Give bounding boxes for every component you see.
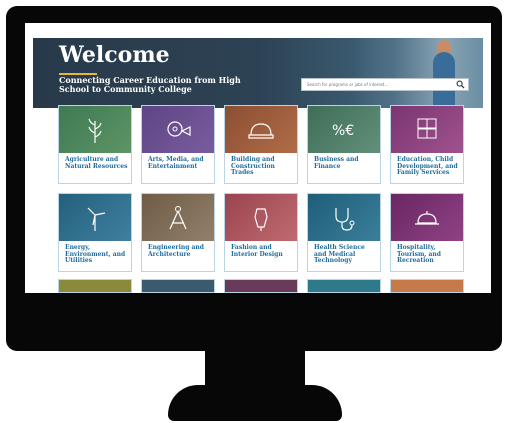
browser-screen: Welcome Connecting Career Education from… xyxy=(25,23,491,293)
search-box[interactable] xyxy=(301,78,469,91)
tile-image xyxy=(142,194,214,241)
tile-energy-environment[interactable]: Energy, Environment, and Utilities xyxy=(58,193,132,272)
tile-education-child-development[interactable]: Education, Child Development, and Family… xyxy=(390,105,464,184)
tile-label: Business and Finance xyxy=(314,156,359,170)
wheat-icon xyxy=(88,118,102,143)
page-title: Welcome xyxy=(59,42,170,68)
monitor-stand-base xyxy=(168,385,342,421)
page-subtitle: Connecting Career Education from High Sc… xyxy=(59,75,241,94)
tile-label: Health Science and Medical Technology xyxy=(314,244,365,264)
tile-image xyxy=(308,280,380,292)
wind-turbine-icon xyxy=(87,207,106,231)
tile-label: Education, Child Development, and Family… xyxy=(397,156,458,176)
tile-partial[interactable] xyxy=(390,279,464,293)
hardhat-icon xyxy=(248,122,274,139)
search-input[interactable] xyxy=(302,79,457,90)
film-reel-icon xyxy=(167,120,191,137)
stethoscope-icon xyxy=(335,207,355,231)
blocks-icon xyxy=(417,118,437,138)
tile-partial[interactable] xyxy=(58,279,132,293)
dress-form-icon xyxy=(254,207,268,231)
tile-building-construction[interactable]: Building and Construction Trades xyxy=(224,105,298,184)
tile-image xyxy=(142,106,214,153)
tile-image xyxy=(308,194,380,241)
tile-label: Energy, Environment, and Utilities xyxy=(65,244,126,264)
monitor-frame: Welcome Connecting Career Education from… xyxy=(6,6,502,351)
tile-agriculture[interactable]: Agriculture and Natural Resources xyxy=(58,105,132,184)
percent-euro-icon: %€ xyxy=(332,123,354,139)
tile-fashion-interior[interactable]: Fashion and Interior Design xyxy=(224,193,298,272)
search-icon[interactable] xyxy=(456,80,465,89)
tile-label: Fashion and Interior Design xyxy=(231,244,283,258)
svg-text:%€: %€ xyxy=(332,123,354,139)
tile-image xyxy=(225,194,297,241)
tile-health-science[interactable]: Health Science and Medical Technology xyxy=(307,193,381,272)
tile-image xyxy=(59,194,131,241)
hero-banner: Welcome Connecting Career Education from… xyxy=(33,38,483,108)
tile-image: %€ xyxy=(308,106,380,153)
tile-business-finance[interactable]: %€ Business and Finance xyxy=(307,105,381,184)
tile-image xyxy=(59,280,131,292)
tile-hospitality-tourism[interactable]: Hospitality, Tourism, and Recreation xyxy=(390,193,464,272)
tile-image xyxy=(391,280,463,292)
compass-icon xyxy=(169,205,187,229)
tile-image xyxy=(391,106,463,153)
tile-label: Building and Construction Trades xyxy=(231,156,275,176)
tile-image xyxy=(225,280,297,292)
tile-label: Arts, Media, and Entertainment xyxy=(148,156,204,170)
tile-partial[interactable] xyxy=(141,279,215,293)
tile-partial[interactable] xyxy=(307,279,381,293)
tile-image xyxy=(225,106,297,153)
tile-label: Agriculture and Natural Resources xyxy=(65,156,128,170)
serving-tray-icon xyxy=(415,210,439,225)
tile-partial[interactable] xyxy=(224,279,298,293)
tile-label: Engineering and Architecture xyxy=(148,244,204,258)
tile-image xyxy=(391,194,463,241)
tile-engineering-architecture[interactable]: Engineering and Architecture xyxy=(141,193,215,272)
tile-image xyxy=(142,280,214,292)
tile-arts-media[interactable]: Arts, Media, and Entertainment xyxy=(141,105,215,184)
hero-photo xyxy=(353,38,483,108)
tile-label: Hospitality, Tourism, and Recreation xyxy=(397,244,441,264)
tile-image xyxy=(59,106,131,153)
